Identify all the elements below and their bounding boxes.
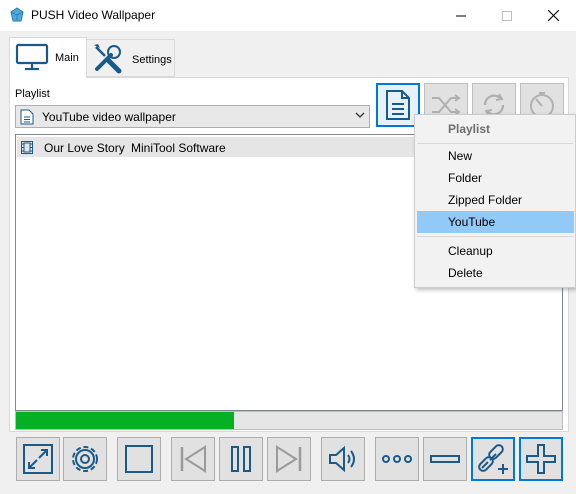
film-icon bbox=[21, 141, 33, 154]
add-url-button[interactable] bbox=[471, 437, 515, 481]
speaker-icon bbox=[329, 445, 355, 473]
playlist-context-menu: Playlist New Folder Zipped Folder YouTub… bbox=[414, 114, 576, 288]
progress-fill bbox=[16, 412, 235, 429]
next-button[interactable] bbox=[267, 437, 311, 481]
close-button[interactable] bbox=[530, 0, 576, 31]
document-icon bbox=[386, 90, 410, 120]
volume-button[interactable] bbox=[321, 437, 365, 481]
tab-main[interactable]: Main bbox=[9, 37, 87, 78]
menu-header: Playlist bbox=[448, 122, 491, 136]
menu-item-delete[interactable]: Delete bbox=[417, 262, 574, 284]
playlist-select[interactable]: YouTube video wallpaper bbox=[15, 105, 370, 128]
item-author: MiniTool Software bbox=[131, 141, 226, 155]
stop-icon bbox=[125, 445, 153, 473]
more-button[interactable] bbox=[375, 437, 419, 481]
menu-separator bbox=[417, 143, 573, 144]
chevron-down-icon bbox=[355, 112, 365, 118]
previous-button[interactable] bbox=[171, 437, 215, 481]
minimize-icon bbox=[456, 15, 466, 16]
tools-icon bbox=[94, 44, 122, 74]
settings-button[interactable] bbox=[63, 437, 107, 481]
monitor-icon bbox=[15, 43, 49, 71]
link-add-icon bbox=[478, 444, 508, 474]
document-icon bbox=[20, 109, 34, 125]
pause-button[interactable] bbox=[219, 437, 263, 481]
title-bar: PUSH Video Wallpaper bbox=[0, 0, 576, 31]
maximize-button[interactable] bbox=[484, 0, 530, 31]
playlist-label: Playlist bbox=[15, 88, 50, 100]
menu-item-cleanup[interactable]: Cleanup bbox=[417, 240, 574, 262]
tab-settings-label: Settings bbox=[132, 54, 172, 66]
gear-icon bbox=[72, 446, 98, 472]
more-icon bbox=[382, 455, 412, 463]
pause-icon bbox=[231, 446, 251, 472]
minimize-button[interactable] bbox=[438, 0, 484, 31]
remove-button[interactable] bbox=[423, 437, 467, 481]
minus-icon bbox=[430, 455, 460, 463]
skip-back-icon bbox=[180, 445, 206, 473]
menu-item-youtube[interactable]: YouTube bbox=[417, 211, 574, 233]
skip-forward-icon bbox=[276, 445, 302, 473]
playlist-selected-value: YouTube video wallpaper bbox=[42, 110, 176, 124]
item-title: Our Love Story bbox=[44, 141, 125, 155]
window-title: PUSH Video Wallpaper bbox=[31, 8, 156, 22]
menu-item-zipped-folder[interactable]: Zipped Folder bbox=[417, 189, 574, 211]
playback-progress-bar[interactable] bbox=[15, 411, 563, 430]
fullscreen-button[interactable] bbox=[16, 437, 60, 481]
close-icon bbox=[547, 10, 559, 21]
plus-icon bbox=[526, 444, 556, 474]
menu-item-new[interactable]: New bbox=[417, 145, 574, 167]
menu-item-folder[interactable]: Folder bbox=[417, 167, 574, 189]
app-icon bbox=[10, 7, 24, 22]
stop-button[interactable] bbox=[117, 437, 161, 481]
tab-settings[interactable]: Settings bbox=[86, 39, 175, 77]
maximize-icon bbox=[502, 10, 512, 21]
expand-icon bbox=[23, 444, 53, 474]
menu-separator bbox=[417, 236, 573, 237]
add-button[interactable] bbox=[519, 437, 563, 481]
tab-main-label: Main bbox=[55, 52, 79, 64]
